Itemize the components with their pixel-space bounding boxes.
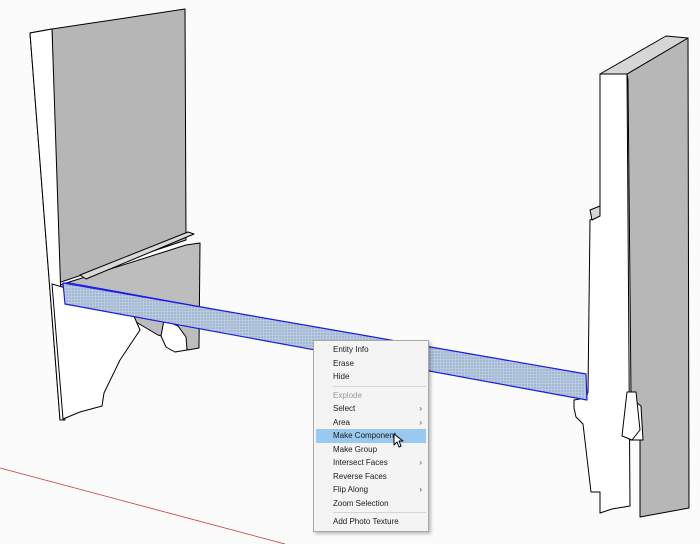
pointer-arrow-icon xyxy=(393,433,404,448)
menu-item-erase[interactable]: Erase xyxy=(314,357,428,371)
menu-item-label: Reverse Faces xyxy=(333,471,387,481)
right-side-panel[interactable] xyxy=(573,35,690,518)
menu-item-make-group[interactable]: Make Group xyxy=(314,443,428,457)
menu-item-label: Explode xyxy=(333,390,362,400)
menu-item-label: Intersect Faces xyxy=(333,458,388,467)
menu-item-select[interactable]: Select › xyxy=(314,402,428,416)
menu-item-label: Make Component xyxy=(333,431,397,440)
chevron-right-icon: › xyxy=(419,458,422,467)
menu-item-area[interactable]: Area › xyxy=(314,416,428,430)
menu-item-zoom-selection[interactable]: Zoom Selection xyxy=(314,497,428,511)
menu-item-entity-info[interactable]: Entity Info xyxy=(314,343,428,357)
chevron-right-icon: › xyxy=(419,485,422,494)
menu-item-explode[interactable]: Explode xyxy=(314,389,428,403)
menu-item-label: Area xyxy=(333,417,350,427)
menu-item-label: Select xyxy=(333,404,356,413)
right-panel-front-face xyxy=(573,73,631,514)
menu-item-label: Flip Along xyxy=(333,485,369,494)
menu-item-label: Make Group xyxy=(333,444,378,454)
chevron-right-icon: › xyxy=(419,404,422,413)
left-side-panel[interactable] xyxy=(29,8,201,421)
menu-item-hide[interactable]: Hide xyxy=(314,370,428,384)
menu-item-label: Zoom Selection xyxy=(333,498,389,508)
menu-separator xyxy=(333,512,426,513)
menu-item-flip-along[interactable]: Flip Along › xyxy=(314,483,428,497)
chevron-right-icon: › xyxy=(419,417,422,427)
menu-item-make-component[interactable]: Make Component xyxy=(316,429,426,443)
menu-item-add-photo-texture[interactable]: Add Photo Texture xyxy=(314,515,428,529)
menu-item-label: Add Photo Texture xyxy=(333,517,399,526)
context-menu: Entity Info Erase Hide Explode Select › Area › M… xyxy=(313,340,429,532)
menu-item-label: Hide xyxy=(333,372,350,381)
menu-item-reverse-faces[interactable]: Reverse Faces xyxy=(314,470,428,484)
menu-item-intersect-faces[interactable]: Intersect Faces › xyxy=(314,456,428,470)
menu-item-label: Erase xyxy=(333,358,354,368)
right-panel-back-face xyxy=(626,37,690,518)
menu-item-label: Entity Info xyxy=(333,345,369,354)
menu-separator xyxy=(333,385,426,387)
red-axis-line xyxy=(0,467,286,544)
